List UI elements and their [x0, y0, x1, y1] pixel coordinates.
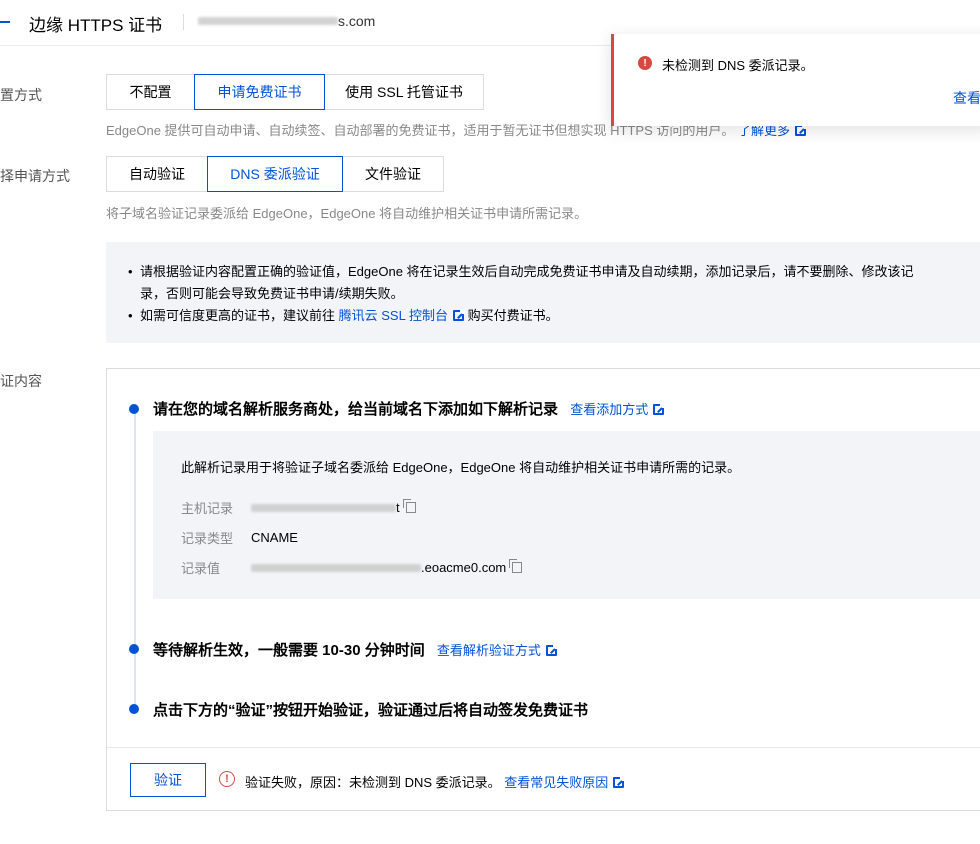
record-row-type: 记录类型 CNAME — [181, 528, 298, 547]
notice-item-2-text: 如需可信度更高的证书，建议前往 — [140, 308, 336, 323]
view-add-method-link-text: 查看添加方式 — [570, 402, 649, 417]
step-1-title-text: 请在您的域名解析服务商处，给当前域名下添加如下解析记录 — [153, 401, 559, 418]
redacted-record-value — [251, 563, 421, 572]
error-toast: ! 未检测到 DNS 委派记录。 查看 — [611, 34, 980, 126]
host-record-suffix: t — [396, 500, 400, 515]
common-failure-reasons-link-text: 查看常见失败原因 — [504, 775, 609, 790]
domain-name: s.com — [198, 13, 375, 29]
error-icon: ! — [219, 771, 235, 787]
notice-box: 请根据验证内容配置正确的验证值，EdgeOne 将在记录生效后自动完成免费证书申… — [106, 242, 980, 343]
host-record-value: t — [251, 499, 416, 515]
record-description: 此解析记录用于将验证子域名委派给 EdgeOne，EdgeOne 将自动维护相关… — [181, 460, 741, 475]
option-free-cert[interactable]: 申请免费证书 — [194, 74, 325, 110]
dns-record-panel: 此解析记录用于将验证子域名委派给 EdgeOne，EdgeOne 将自动维护相关… — [153, 431, 980, 599]
step-2-title: 等待解析生效，一般需要 10-30 分钟时间 查看解析验证方式 — [153, 639, 558, 660]
apply-method-hint: 将子域名验证记录委派给 EdgeOne，EdgeOne 将自动维护相关证书申请所… — [106, 206, 588, 221]
verify-content-label: 证内容 — [0, 373, 42, 389]
back-arrow-icon[interactable] — [0, 21, 10, 23]
record-type-label: 记录类型 — [181, 531, 234, 546]
error-icon: ! — [638, 56, 652, 70]
option-file-verify[interactable]: 文件验证 — [342, 156, 444, 192]
verify-fail-message: 验证失败，原因：未检测到 DNS 委派记录。 查看常见失败原因 — [245, 772, 626, 791]
step-1-title: 请在您的域名解析服务商处，给当前域名下添加如下解析记录 查看添加方式 — [153, 398, 666, 419]
toast-message: 未检测到 DNS 委派记录。 — [662, 58, 814, 73]
config-method-selector: 不配置 申请免费证书 使用 SSL 托管证书 — [106, 74, 484, 110]
option-ssl-managed-cert[interactable]: 使用 SSL 托管证书 — [324, 74, 484, 110]
notice-item-1-continuation: 录，否则可能会导致免费证书申请/续期失败。 — [140, 286, 404, 301]
external-link-icon — [653, 403, 666, 415]
notice-item-2-suffix: 购买付费证书。 — [467, 308, 559, 323]
notice-item: 请根据验证内容配置正确的验证值，EdgeOne 将在记录生效后自动完成免费证书申… — [128, 261, 980, 305]
view-verify-method-link[interactable]: 查看解析验证方式 — [436, 643, 558, 658]
toast-view-link[interactable]: 查看 — [953, 88, 980, 108]
redacted-host — [251, 503, 396, 512]
external-link-icon — [545, 644, 558, 656]
option-no-config[interactable]: 不配置 — [106, 74, 195, 110]
notice-item: 如需可信度更高的证书，建议前往 腾讯云 SSL 控制台 购买付费证书。 — [128, 305, 980, 327]
footer-divider — [107, 747, 980, 748]
copy-icon[interactable] — [509, 559, 523, 573]
timeline-dot — [129, 644, 139, 654]
option-auto-verify[interactable]: 自动验证 — [106, 156, 208, 192]
timeline-line — [134, 409, 136, 709]
step-3-title: 点击下方的“验证”按钮开始验证，验证通过后将自动签发免费证书 — [153, 702, 589, 719]
config-method-label: 置方式 — [0, 87, 42, 103]
external-link-icon — [452, 309, 465, 321]
verify-content-panel: 请在您的域名解析服务商处，给当前域名下添加如下解析记录 查看添加方式 此解析记录… — [106, 368, 980, 811]
option-dns-delegation[interactable]: DNS 委派验证 — [207, 156, 343, 192]
record-value-label: 记录值 — [181, 561, 221, 576]
apply-method-selector: 自动验证 DNS 委派验证 文件验证 — [106, 156, 444, 192]
record-row-host: 主机记录 t — [181, 498, 416, 517]
record-row-value: 记录值 .eoacme0.com — [181, 558, 523, 577]
redacted-domain — [198, 17, 338, 25]
page-title: 边缘 HTTPS 证书 — [29, 16, 163, 35]
domain-suffix: s.com — [338, 13, 376, 29]
timeline-dot — [129, 404, 139, 414]
record-value-suffix: .eoacme0.com — [421, 560, 507, 575]
title-divider — [183, 14, 184, 30]
timeline-dot — [129, 704, 139, 714]
view-verify-method-link-text: 查看解析验证方式 — [436, 643, 541, 658]
external-link-icon — [795, 124, 808, 136]
host-record-label: 主机记录 — [181, 501, 234, 516]
external-link-icon — [613, 776, 626, 788]
notice-item-1-text: 请根据验证内容配置正确的验证值，EdgeOne 将在记录生效后自动完成免费证书申… — [140, 264, 914, 279]
record-value: .eoacme0.com — [251, 559, 523, 575]
apply-method-label: 择申请方式 — [0, 168, 70, 184]
verify-button[interactable]: 验证 — [130, 763, 206, 797]
ssl-console-link[interactable]: 腾讯云 SSL 控制台 — [338, 308, 465, 323]
verify-fail-text: 验证失败，原因：未检测到 DNS 委派记录。 — [245, 775, 501, 790]
record-type-value: CNAME — [251, 530, 298, 545]
ssl-console-link-text: 腾讯云 SSL 控制台 — [338, 308, 448, 323]
copy-icon[interactable] — [402, 499, 416, 513]
view-add-method-link[interactable]: 查看添加方式 — [570, 402, 666, 417]
common-failure-reasons-link[interactable]: 查看常见失败原因 — [504, 775, 626, 790]
step-2-title-text: 等待解析生效，一般需要 10-30 分钟时间 — [153, 642, 425, 659]
